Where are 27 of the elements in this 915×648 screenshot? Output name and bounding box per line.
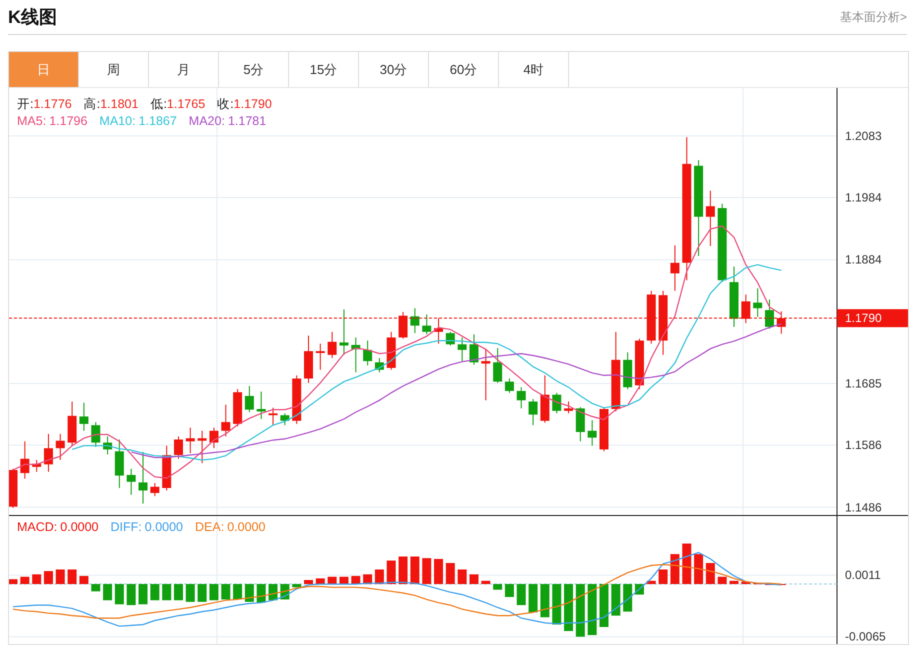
price-axis-label: 1.1984 [845,190,882,204]
quote-value: 高:1.1801 [84,96,138,113]
legend-series-name: DIFF: [110,520,142,534]
price-axis-label: 1.1884 [845,252,882,267]
legend-series-name: MA20: [188,114,225,128]
macd-axis-label: 0.0011 [845,568,881,582]
legend-series-value: 1.1867 [138,114,177,128]
ref-line-label: 1.1790 [845,311,882,326]
legend-series-name: DEA: [195,520,224,534]
legend-series-value: 1.1781 [228,114,266,128]
legend-series-name: MA5: [17,114,46,128]
quote-value: 低:1.1765 [150,96,206,113]
price-axis-label: 1.1586 [845,438,882,452]
price-axis-label: 1.1685 [845,376,882,390]
current-price-tag: 1.1790 [837,309,908,328]
legend-series-value: 0.0000 [144,520,183,534]
quote-value: 开:1.1776 [17,96,72,113]
price-axis-label: 1.2083 [845,128,882,143]
quote-value: 收:1.1790 [217,96,272,113]
price-axis-label: 1.1486 [845,500,882,514]
legend-series-value: 1.1796 [49,114,88,128]
legend-series-value: 0.0000 [227,520,266,534]
legend-series-value: 0.0000 [60,520,99,534]
page-title: K线图 [8,6,57,29]
legend-series-name: MA10: [99,114,136,128]
macd-axis-label: -0.0065 [845,630,886,644]
legend-series-name: MACD: [17,520,58,534]
